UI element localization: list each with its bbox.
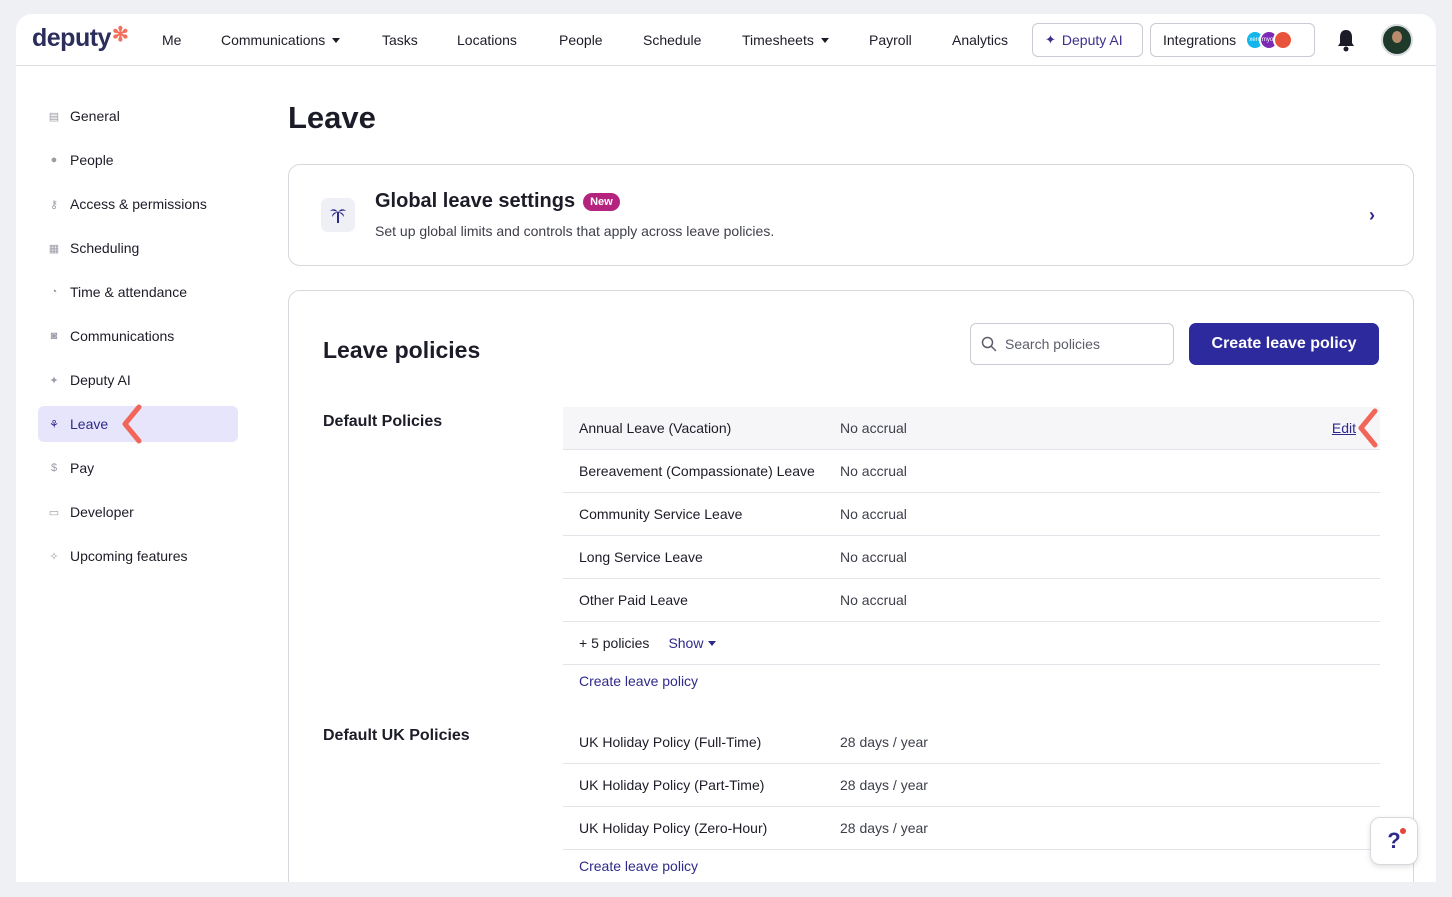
page-title: Leave — [288, 100, 376, 135]
policy-accrual: No accrual — [840, 592, 907, 608]
nav-timesheets[interactable]: Timesheets — [742, 32, 829, 48]
sidebar-item-general[interactable]: ▤ General — [38, 98, 238, 134]
search-policies-input[interactable] — [1005, 336, 1165, 352]
policy-name: Community Service Leave — [579, 506, 743, 522]
nav-people[interactable]: People — [559, 32, 603, 48]
create-leave-policy-button[interactable]: Create leave policy — [1189, 323, 1379, 365]
policy-name: Annual Leave (Vacation) — [579, 420, 732, 436]
deputy-logo[interactable]: deputy ✻ — [32, 24, 129, 53]
policy-row[interactable]: UK Holiday Policy (Part-Time) 28 days / … — [563, 764, 1380, 807]
key-icon: ⚷ — [49, 198, 59, 211]
new-badge: New — [583, 192, 620, 211]
sidebar-item-time-attendance[interactable]: ◔ Time & attendance — [38, 274, 238, 310]
store-icon: ▤ — [48, 110, 60, 123]
chevron-right-icon[interactable]: › — [1369, 205, 1375, 226]
policy-accrual: 28 days / year — [840, 734, 928, 750]
sidebar-item-communications[interactable]: ◙ Communications — [38, 318, 238, 354]
palm-tree-icon: ⚘ — [49, 418, 59, 431]
show-more-toggle[interactable]: Show — [668, 635, 717, 651]
dollar-icon: $ — [50, 462, 58, 474]
policy-accrual: No accrual — [840, 463, 907, 479]
policy-row[interactable]: Long Service Leave No accrual — [563, 536, 1380, 579]
group-title-default-policies: Default Policies — [323, 413, 443, 430]
sidebar-item-upcoming-features[interactable]: ✧ Upcoming features — [38, 538, 238, 574]
sidebar-item-pay[interactable]: $ Pay — [38, 450, 238, 486]
policy-name: Bereavement (Compassionate) Leave — [579, 463, 815, 479]
policy-name: Long Service Leave — [579, 549, 703, 565]
sidebar-item-developer[interactable]: ▭ Developer — [38, 494, 238, 530]
leave-policies-title: Leave policies — [323, 337, 481, 363]
search-policies-field[interactable] — [970, 323, 1174, 365]
sidebar-item-scheduling[interactable]: ▦ Scheduling — [38, 230, 238, 266]
help-button[interactable]: ? — [1370, 817, 1418, 865]
nav-schedule[interactable]: Schedule — [643, 32, 701, 48]
notification-dot — [1400, 828, 1406, 834]
palm-tree-icon — [321, 198, 355, 232]
caret-down-icon — [820, 38, 829, 43]
policy-row[interactable]: Annual Leave (Vacation) No accrual Edit — [563, 407, 1380, 450]
top-nav: deputy ✻ Me Communications Tasks Location… — [16, 14, 1436, 66]
edit-policy-link[interactable]: Edit — [1332, 420, 1356, 436]
nav-payroll[interactable]: Payroll — [869, 32, 912, 48]
annotation-pointer-icon — [122, 404, 142, 444]
global-leave-settings-title: Global leave settings New — [375, 190, 620, 213]
more-policies-count: + 5 policies — [579, 635, 650, 651]
policy-name: UK Holiday Policy (Part-Time) — [579, 777, 765, 793]
policy-name: UK Holiday Policy (Full-Time) — [579, 734, 762, 750]
bell-icon[interactable] — [1336, 28, 1356, 52]
policy-name: UK Holiday Policy (Zero-Hour) — [579, 820, 768, 836]
sparkle-icon: ✦ — [49, 374, 59, 387]
nav-locations[interactable]: Locations — [457, 32, 517, 48]
global-leave-settings-card[interactable]: Global leave settings New Set up global … — [288, 164, 1414, 266]
policy-name: Other Paid Leave — [579, 592, 688, 608]
policy-row[interactable]: UK Holiday Policy (Full-Time) 28 days / … — [563, 721, 1380, 764]
integrations-button[interactable]: Integrations xero myob — [1150, 23, 1315, 57]
create-leave-policy-link[interactable]: Create leave policy — [579, 858, 698, 874]
sidebar-item-people[interactable]: ● People — [38, 142, 238, 178]
integration-logos: xero myob — [1245, 30, 1294, 50]
policy-row[interactable]: Other Paid Leave No accrual — [563, 579, 1380, 622]
policy-accrual: 28 days / year — [840, 820, 928, 836]
chat-icon: ◙ — [50, 330, 58, 342]
policy-accrual: 28 days / year — [840, 777, 928, 793]
sparkles-icon: ✧ — [49, 550, 59, 563]
group-title-default-uk-policies: Default UK Policies — [323, 727, 470, 744]
sidebar-item-access-permissions[interactable]: ⚷ Access & permissions — [38, 186, 238, 222]
calendar-icon: ▦ — [48, 242, 60, 255]
leave-policies-card: Leave policies Create leave policy Defau… — [288, 290, 1414, 882]
sparkle-icon: ✦ — [1045, 32, 1056, 47]
nav-communications[interactable]: Communications — [221, 32, 341, 48]
policy-row[interactable]: Bereavement (Compassionate) Leave No acc… — [563, 450, 1380, 493]
app-window: deputy ✻ Me Communications Tasks Location… — [16, 14, 1436, 882]
logo-star-icon: ✻ — [111, 24, 129, 46]
create-leave-policy-link[interactable]: Create leave policy — [579, 673, 698, 689]
annotation-pointer-icon — [1358, 408, 1378, 448]
policy-accrual: No accrual — [840, 506, 907, 522]
global-leave-settings-subtitle: Set up global limits and controls that a… — [375, 223, 775, 239]
caret-down-icon — [708, 641, 717, 646]
nav-me[interactable]: Me — [162, 32, 181, 48]
policy-row[interactable]: Community Service Leave No accrual — [563, 493, 1380, 536]
user-avatar[interactable] — [1381, 24, 1413, 56]
policy-accrual: No accrual — [840, 420, 907, 436]
monitor-icon: ▭ — [48, 506, 60, 519]
search-icon — [981, 336, 997, 352]
sidebar-item-deputy-ai[interactable]: ✦ Deputy AI — [38, 362, 238, 398]
nav-tasks[interactable]: Tasks — [382, 32, 418, 48]
policy-row[interactable]: UK Holiday Policy (Zero-Hour) 28 days / … — [563, 807, 1380, 850]
flame-logo-icon — [1273, 30, 1294, 50]
person-icon: ● — [50, 154, 58, 166]
more-policies: + 5 policies Show — [579, 635, 717, 651]
deputy-ai-button[interactable]: ✦ Deputy AI — [1032, 23, 1143, 57]
nav-analytics[interactable]: Analytics — [952, 32, 1008, 48]
policy-accrual: No accrual — [840, 549, 907, 565]
caret-down-icon — [332, 38, 341, 43]
clock-icon: ◔ — [50, 286, 58, 298]
